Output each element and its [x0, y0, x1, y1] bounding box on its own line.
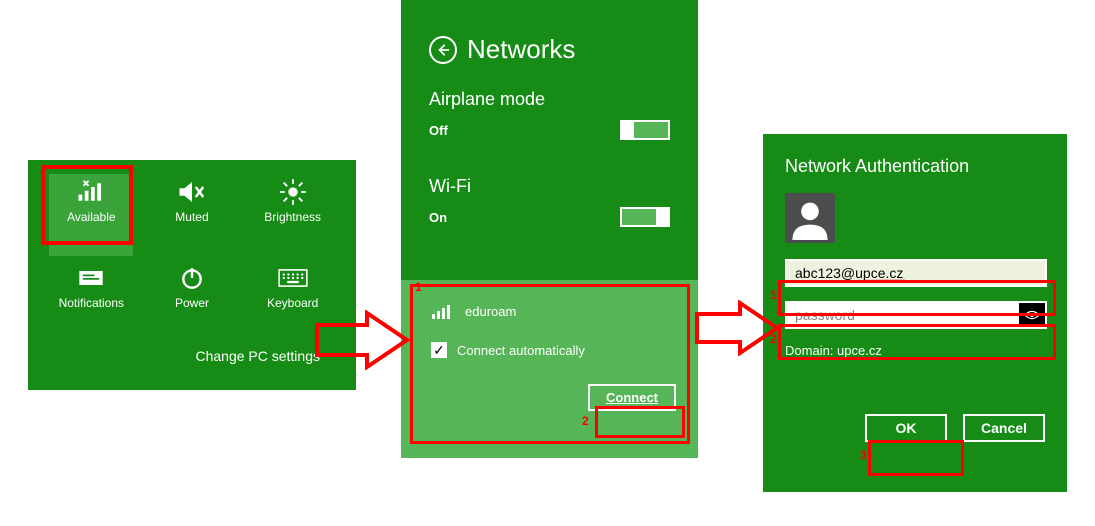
- username-value: abc123@upce.cz: [795, 265, 903, 281]
- eye-icon: [1024, 309, 1040, 321]
- charms-label: Brightness: [264, 210, 321, 224]
- wifi-toggle[interactable]: [620, 207, 670, 227]
- annotation-label-username: 1: [770, 288, 777, 302]
- charms-label: Available: [67, 210, 115, 224]
- notifications-icon: [74, 264, 108, 292]
- connect-automatically-label: Connect automatically: [457, 343, 585, 358]
- charms-label: Muted: [175, 210, 208, 224]
- back-button[interactable]: [429, 36, 457, 64]
- username-input[interactable]: abc123@upce.cz: [785, 259, 1047, 287]
- networks-title: Networks: [467, 34, 575, 65]
- password-placeholder: password: [795, 307, 855, 323]
- connect-automatically-checkbox[interactable]: ✓: [431, 342, 447, 358]
- network-item-eduroam[interactable]: eduroam ✓ Connect automatically Connect: [401, 280, 698, 458]
- annotation-label-1: 1: [415, 280, 422, 294]
- charms-label: Notifications: [59, 296, 124, 310]
- domain-label: Domain: upce.cz: [785, 343, 1045, 358]
- airplane-mode-toggle[interactable]: [620, 120, 670, 140]
- ssid-label: eduroam: [465, 304, 516, 319]
- network-available-icon: [74, 178, 108, 206]
- charms-label: Keyboard: [267, 296, 318, 310]
- charms-item-brightness[interactable]: Brightness: [251, 174, 335, 256]
- user-icon: [788, 196, 832, 240]
- brightness-icon: [276, 178, 310, 206]
- connect-button[interactable]: Connect: [588, 384, 676, 411]
- spellcheck-underline: [795, 280, 905, 283]
- change-pc-settings-link[interactable]: Change PC settings: [46, 348, 338, 364]
- charms-item-notifications[interactable]: Notifications: [49, 260, 133, 342]
- networks-header: Networks: [429, 34, 670, 65]
- airplane-state-label: Off: [429, 123, 448, 138]
- ok-button[interactable]: OK: [865, 414, 947, 442]
- annotation-label-ok: 3: [860, 448, 867, 462]
- ssid-row: eduroam: [431, 302, 676, 320]
- charms-item-volume[interactable]: Muted: [150, 174, 234, 256]
- power-icon: [175, 264, 209, 292]
- charms-label: Power: [175, 296, 209, 310]
- charms-panel: Available Muted: [28, 160, 356, 390]
- wifi-state-label: On: [429, 210, 447, 225]
- airplane-mode-heading: Airplane mode: [429, 89, 670, 110]
- reveal-password-button[interactable]: [1019, 303, 1045, 327]
- auth-title: Network Authentication: [785, 156, 1045, 177]
- annotation-label-password: 2: [770, 332, 777, 346]
- back-arrow-icon: [436, 43, 450, 57]
- charms-item-keyboard[interactable]: Keyboard: [251, 260, 335, 342]
- keyboard-icon: [276, 264, 310, 292]
- auth-panel: Network Authentication abc123@upce.cz pa…: [763, 134, 1067, 492]
- wifi-signal-icon: [431, 302, 451, 320]
- charms-grid: Available Muted: [46, 174, 338, 342]
- muted-icon: [175, 178, 209, 206]
- password-input[interactable]: password: [785, 301, 1047, 329]
- cancel-button[interactable]: Cancel: [963, 414, 1045, 442]
- avatar: [785, 193, 835, 243]
- wifi-heading: Wi-Fi: [429, 176, 670, 197]
- annotation-label-2: 2: [582, 414, 589, 428]
- charms-item-power[interactable]: Power: [150, 260, 234, 342]
- charms-item-network[interactable]: Available: [49, 174, 133, 256]
